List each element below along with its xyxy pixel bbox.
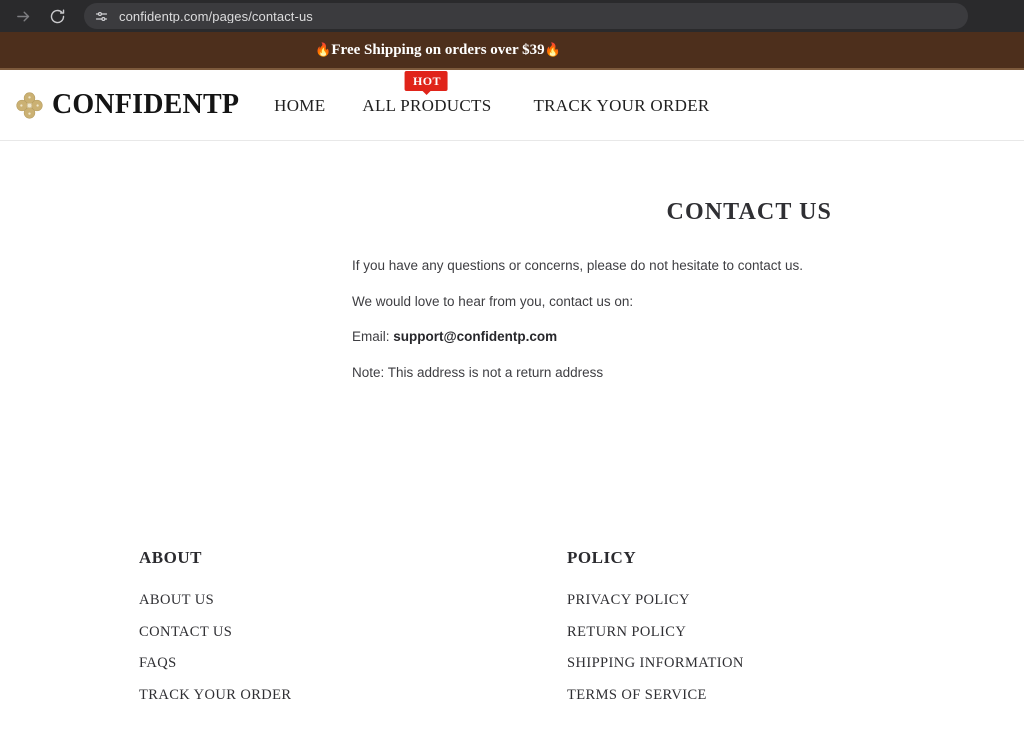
footer-column-policy: POLICY PRIVACY POLICY RETURN POLICY SHIP… bbox=[567, 549, 744, 719]
footer-link-return-policy[interactable]: RETURN POLICY bbox=[567, 624, 744, 640]
flame-icon-left: 🔥 bbox=[315, 42, 332, 58]
reload-button[interactable] bbox=[42, 1, 72, 31]
address-bar-url: confidentp.com/pages/contact-us bbox=[119, 9, 313, 23]
nav-item-track-your-order[interactable]: TRACK YOUR ORDER bbox=[505, 97, 724, 114]
site-header: CONFIDENTP HOME HOT ALL PRODUCTS TRACK Y… bbox=[0, 70, 1024, 141]
contact-intro-line: If you have any questions or concerns, p… bbox=[352, 258, 804, 273]
contact-email-label: Email: bbox=[352, 329, 394, 344]
footer-link-contact-us[interactable]: CONTACT US bbox=[139, 624, 567, 640]
main-navigation: HOME HOT ALL PRODUCTS TRACK YOUR ORDER bbox=[261, 70, 724, 115]
nav-item-all-products-label: ALL PRODUCTS bbox=[362, 95, 492, 115]
page-title: CONTACT US bbox=[666, 199, 832, 225]
tune-sliders-icon[interactable] bbox=[92, 7, 110, 25]
contact-details: If you have any questions or concerns, p… bbox=[0, 226, 1024, 379]
footer-link-faqs[interactable]: FAQS bbox=[139, 656, 567, 671]
reload-icon bbox=[49, 8, 66, 25]
hot-badge: HOT bbox=[404, 70, 448, 91]
site-logo[interactable]: CONFIDENTP bbox=[16, 91, 239, 119]
site-logo-wordmark: CONFIDENTP bbox=[52, 89, 240, 120]
announcement-text: 🔥Free Shipping on orders over $39🔥 bbox=[315, 42, 561, 59]
contact-email-value[interactable]: support@confidentp.com bbox=[393, 329, 557, 344]
page-viewport: 🔥Free Shipping on orders over $39🔥 CONFI… bbox=[0, 32, 1024, 755]
forward-button[interactable] bbox=[8, 1, 38, 31]
footer-heading-about: ABOUT bbox=[139, 548, 202, 567]
announcement-bar: 🔥Free Shipping on orders over $39🔥 bbox=[0, 32, 1024, 70]
contact-invite-line: We would love to hear from you, contact … bbox=[352, 293, 634, 309]
announcement-message: Free Shipping on orders over $39 bbox=[331, 41, 545, 58]
nav-item-track-your-order-label: TRACK YOUR ORDER bbox=[533, 95, 710, 115]
site-footer: ABOUT ABOUT US CONTACT US FAQS TRACK YOU… bbox=[0, 549, 1024, 719]
footer-link-about-us[interactable]: ABOUT US bbox=[139, 593, 567, 608]
quatrefoil-flower-logo-icon bbox=[16, 91, 43, 119]
footer-column-about: ABOUT ABOUT US CONTACT US FAQS TRACK YOU… bbox=[139, 549, 567, 719]
address-bar[interactable]: confidentp.com/pages/contact-us bbox=[84, 3, 968, 29]
contact-note-line: Note: This address is not a return addre… bbox=[352, 364, 604, 380]
footer-link-track-your-order[interactable]: TRACK YOUR ORDER bbox=[139, 687, 567, 703]
nav-item-home[interactable]: HOME bbox=[261, 97, 347, 114]
footer-link-shipping-information[interactable]: SHIPPING INFORMATION bbox=[567, 656, 744, 671]
nav-item-home-label: HOME bbox=[274, 95, 326, 115]
contact-email-line: Email: support@confidentp.com bbox=[352, 330, 1024, 344]
footer-link-privacy-policy[interactable]: PRIVACY POLICY bbox=[567, 593, 744, 608]
footer-link-terms-of-service[interactable]: TERMS OF SERVICE bbox=[567, 687, 744, 703]
browser-toolbar: confidentp.com/pages/contact-us bbox=[0, 0, 1024, 32]
forward-arrow-icon bbox=[15, 8, 32, 25]
nav-item-all-products[interactable]: HOT ALL PRODUCTS bbox=[347, 70, 505, 115]
main-content: CONTACT US If you have any questions or … bbox=[0, 141, 1024, 379]
flame-icon-right: 🔥 bbox=[544, 42, 561, 58]
footer-heading-policy: POLICY bbox=[567, 548, 637, 567]
